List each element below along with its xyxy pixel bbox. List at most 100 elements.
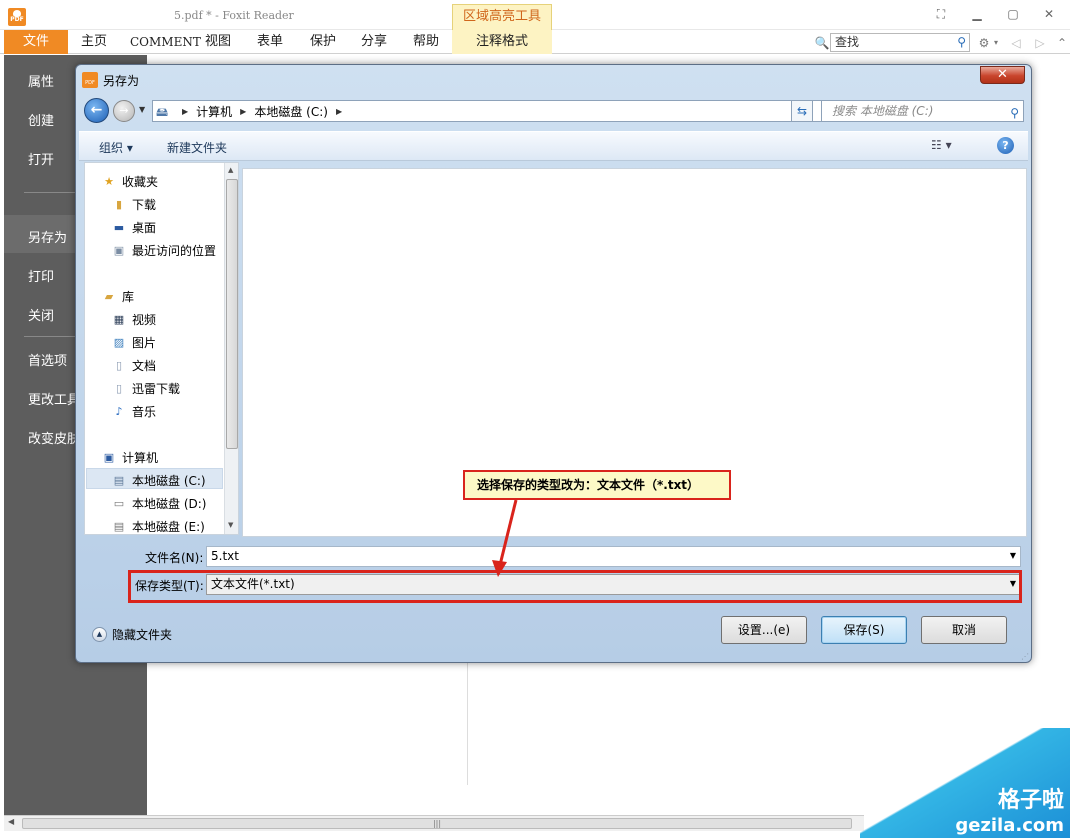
nav-drive-c[interactable]: ▤ 本地磁盘 (C:) — [111, 472, 206, 489]
lp-create[interactable]: 创建 — [28, 110, 54, 129]
menu-home[interactable]: 主页 — [81, 30, 107, 54]
back-button[interactable]: ← — [84, 98, 109, 123]
address-bar[interactable]: 🖴 ▶ 计算机 ▶ 本地磁盘 (C:) ▶ ▼ — [152, 100, 864, 122]
desktop-icon: ▬ — [113, 220, 125, 234]
annotation-callout: 选择保存的类型改为：文本文件（*.txt） — [463, 470, 731, 500]
lp-preferences[interactable]: 首选项 — [28, 350, 67, 369]
menu-protect[interactable]: 保护 — [310, 30, 336, 54]
context-tab-area-highlight[interactable]: 区域高亮工具 — [452, 4, 552, 30]
organize-button[interactable]: 组织 ▾ — [99, 139, 133, 156]
close-button[interactable]: ✕ — [1036, 4, 1062, 24]
picture-icon: ▨ — [113, 335, 125, 349]
forward-button[interactable]: → — [113, 100, 135, 122]
nav-desktop[interactable]: ▬ 桌面 — [111, 219, 156, 236]
scroll-down-icon[interactable]: ▼ — [228, 521, 233, 529]
nav-music[interactable]: ♪ 音乐 — [111, 403, 156, 420]
chevron-down-icon[interactable]: ▼ — [1010, 547, 1016, 565]
watermark-url: gezila.com — [955, 815, 1064, 836]
recent-places-icon: ▣ — [113, 243, 125, 257]
scroll-up-icon[interactable]: ▲ — [228, 166, 233, 174]
music-icon: ♪ — [115, 404, 123, 418]
resize-grip-icon[interactable]: ⋰ — [1021, 652, 1029, 661]
watermark-title: 格子啦 — [997, 788, 1064, 813]
search-icon[interactable]: ⚲ — [957, 34, 966, 51]
folder-search-input[interactable]: 搜索 本地磁盘 (C:) ⚲ — [821, 100, 1024, 122]
hide-folders-toggle[interactable]: ▲ 隐藏文件夹 — [92, 626, 172, 643]
document-icon: ▯ — [115, 358, 123, 372]
chevron-up-icon: ▲ — [92, 627, 107, 642]
maximize-button[interactable]: ▢ — [1000, 4, 1026, 24]
history-dropdown-icon[interactable]: ▼ — [139, 105, 145, 114]
menu-form[interactable]: 表单 — [257, 30, 283, 54]
dialog-close-button[interactable]: ✕ — [980, 66, 1025, 84]
page-edge — [467, 655, 468, 785]
lp-properties[interactable]: 属性 — [28, 71, 54, 90]
gear-icon[interactable]: ⚙ — [976, 35, 992, 51]
collapse-ribbon-icon[interactable]: ⌃ — [1054, 35, 1070, 51]
nav-libraries[interactable]: ▰ 库 — [101, 288, 134, 305]
breadcrumb-drive-c[interactable]: 本地磁盘 (C:) — [254, 103, 328, 120]
drive-icon: ▤ — [113, 473, 125, 487]
lp-close[interactable]: 关闭 — [28, 305, 54, 324]
nav-drive-d[interactable]: ▭ 本地磁盘 (D:) — [111, 495, 207, 512]
find-input[interactable]: 查找 ⚲ — [830, 33, 970, 52]
next-icon[interactable]: ▷ — [1032, 35, 1048, 51]
refresh-button[interactable]: ⇆ — [791, 100, 813, 122]
downloads-folder-icon: ▮ — [115, 197, 123, 211]
nav-favorites[interactable]: ★ 收藏夹 — [101, 173, 158, 190]
menu-comment[interactable]: COMMENT — [130, 30, 201, 54]
lp-save-as[interactable]: 另存为 — [28, 227, 67, 246]
help-icon[interactable]: ? — [997, 137, 1014, 154]
nav-computer[interactable]: ▣ 计算机 — [101, 449, 158, 466]
navigation-pane: ★ 收藏夹 ▮ 下载 ▬ 桌面 ▣ 最近访问的位置 ▰ 库 ▦ 视频 ▨ 图片 ▯ 文档 ▯ 迅雷… — [84, 162, 239, 535]
breadcrumb-arrow-icon[interactable]: ▶ — [240, 107, 246, 116]
settings-button[interactable]: 设置...(e) — [721, 616, 807, 644]
nav-videos[interactable]: ▦ 视频 — [111, 311, 156, 328]
menu-file[interactable]: 文件 — [4, 30, 68, 54]
cancel-button[interactable]: 取消 — [921, 616, 1007, 644]
filename-input[interactable]: 5.txt ▼ — [206, 546, 1021, 567]
pdf-icon: PDF — [82, 72, 98, 88]
title-bar: PDF 5.pdf * - Foxit Reader 区域高亮工具 ⛶ ▁ ▢ … — [0, 0, 1070, 30]
filetype-select[interactable]: 文本文件(*.txt) ▼ — [206, 574, 1021, 595]
menu-share[interactable]: 分享 — [361, 30, 387, 54]
nav-pictures[interactable]: ▨ 图片 — [111, 334, 156, 351]
breadcrumb-arrow-icon[interactable]: ▶ — [182, 107, 188, 116]
nav-scrollbar[interactable]: ▲ ▼ — [224, 163, 238, 534]
view-options-icon[interactable]: ☷ ▾ — [931, 138, 952, 152]
menu-help[interactable]: 帮助 — [413, 30, 439, 54]
dialog-title: 另存为 — [103, 74, 140, 88]
scrollbar-thumb[interactable]: ||| — [22, 818, 852, 829]
breadcrumb-arrow-icon[interactable]: ▶ — [336, 107, 342, 116]
prev-icon[interactable]: ◁ — [1008, 35, 1024, 51]
nav-downloads[interactable]: ▮ 下载 — [111, 196, 156, 213]
nav-scrollbar-thumb[interactable] — [226, 179, 238, 449]
lp-open[interactable]: 打开 — [28, 149, 54, 168]
watermark: 格子啦 gezila.com — [860, 728, 1070, 838]
scroll-left-icon[interactable]: ◀ — [8, 817, 14, 826]
command-bar: 组织 ▾ 新建文件夹 ☷ ▾ ? — [79, 131, 1028, 161]
filetype-label: 保存类型(T): — [135, 579, 204, 593]
chevron-down-icon[interactable]: ▼ — [1010, 575, 1016, 593]
computer-icon: 🖴 — [156, 105, 169, 119]
computer-icon: ▣ — [103, 450, 115, 464]
horizontal-scrollbar[interactable]: ◀ ||| — [4, 815, 864, 831]
breadcrumb-computer[interactable]: 计算机 — [196, 103, 232, 120]
fullscreen-icon[interactable]: ⛶ — [928, 4, 954, 24]
chevron-down-icon[interactable]: ▾ — [992, 35, 1000, 51]
nav-drive-e[interactable]: ▤ 本地磁盘 (E:) — [111, 518, 205, 535]
minimize-button[interactable]: ▁ — [964, 4, 990, 24]
nav-documents[interactable]: ▯ 文档 — [111, 357, 156, 374]
foxit-logo-icon: PDF — [8, 8, 26, 26]
save-button[interactable]: 保存(S) — [821, 616, 907, 644]
menu-view[interactable]: 视图 — [205, 30, 231, 54]
find-folder-icon[interactable]: 🔍 — [814, 35, 830, 51]
filename-label: 文件名(N): — [145, 551, 204, 565]
nav-xunlei-downloads[interactable]: ▯ 迅雷下载 — [111, 380, 180, 397]
search-icon[interactable]: ⚲ — [1010, 103, 1019, 123]
nav-recent[interactable]: ▣ 最近访问的位置 — [111, 242, 216, 259]
lp-print[interactable]: 打印 — [28, 266, 54, 285]
new-folder-button[interactable]: 新建文件夹 — [167, 139, 227, 156]
star-icon: ★ — [104, 174, 114, 188]
menu-annotation-format[interactable]: 注释格式 — [452, 30, 552, 54]
